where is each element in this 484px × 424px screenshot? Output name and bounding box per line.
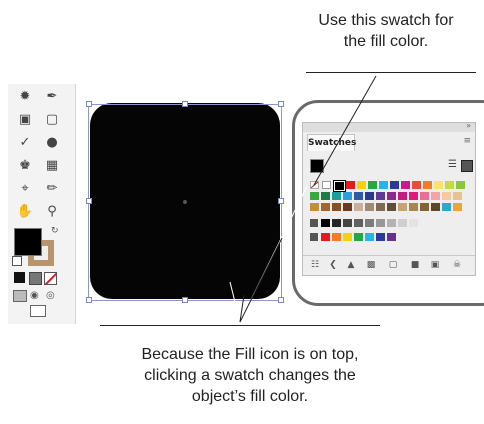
leader-lines [229,75,377,323]
leader-line-object [229,281,241,323]
leader-line-swatch [313,75,377,186]
